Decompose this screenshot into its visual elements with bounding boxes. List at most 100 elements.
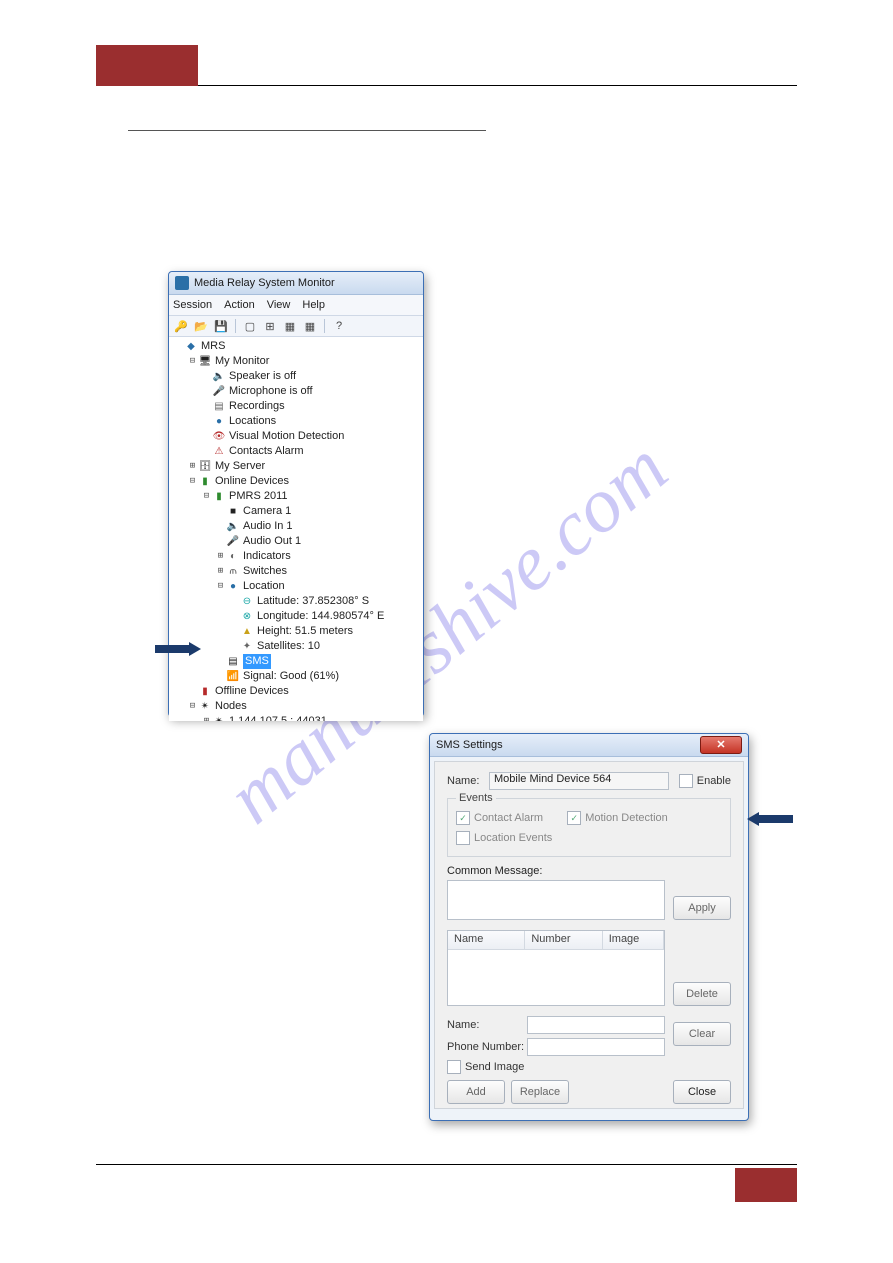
lon-icon: ⊗ xyxy=(240,610,254,623)
height-icon: ▲ xyxy=(240,625,254,638)
monitor-title: Media Relay System Monitor xyxy=(194,277,335,289)
help-icon[interactable]: ? xyxy=(331,318,347,334)
name-field[interactable]: Mobile Mind Device 564 xyxy=(489,772,669,790)
globe-icon: ● xyxy=(226,580,240,593)
lat-icon: ⊖ xyxy=(240,595,254,608)
device-icon: ▮ xyxy=(212,490,226,503)
server-icon: 🗄 xyxy=(198,460,212,473)
enable-checkbox[interactable] xyxy=(679,774,693,788)
tree-recordings[interactable]: ▤Recordings xyxy=(169,399,423,414)
tree-camera[interactable]: ■Camera 1 xyxy=(169,504,423,519)
name2-label: Name: xyxy=(447,1019,527,1031)
tree-mic[interactable]: 🎤Microphone is off xyxy=(169,384,423,399)
tree-signal[interactable]: 📶Signal: Good (61%) xyxy=(169,669,423,684)
menu-session[interactable]: Session xyxy=(173,299,212,311)
name-label: Name: xyxy=(447,775,489,787)
tree-audioin[interactable]: 🔈Audio In 1 xyxy=(169,519,423,534)
layout4-icon[interactable]: ▦ xyxy=(302,318,318,334)
layout2-icon[interactable]: ⊞ xyxy=(262,318,278,334)
tree-location[interactable]: ⊟●Location xyxy=(169,579,423,594)
tree-switches[interactable]: ⊞⫙Switches xyxy=(169,564,423,579)
common-message-field[interactable] xyxy=(447,880,665,920)
common-message-label: Common Message: xyxy=(447,865,731,877)
monitor-titlebar[interactable]: Media Relay System Monitor xyxy=(169,272,423,295)
dialog-title: SMS Settings xyxy=(436,739,503,751)
tree-offline[interactable]: ▮Offline Devices xyxy=(169,684,423,699)
switch-icon: ⫙ xyxy=(226,565,240,578)
enable-label: Enable xyxy=(697,775,731,787)
events-title: Events xyxy=(456,792,496,804)
apply-button[interactable]: Apply xyxy=(673,896,731,920)
sms-settings-dialog: SMS Settings ✕ Name: Mobile Mind Device … xyxy=(429,733,749,1121)
tree-locations[interactable]: ●Locations xyxy=(169,414,423,429)
camera-icon: ■ xyxy=(226,505,240,518)
recordings-icon: ▤ xyxy=(212,400,226,413)
list-header: Name Number Image xyxy=(448,931,664,950)
tree-nodes[interactable]: ⊟✴Nodes xyxy=(169,699,423,714)
tree-device[interactable]: ⊟▮PMRS 2011 xyxy=(169,489,423,504)
col-image[interactable]: Image xyxy=(603,931,664,949)
nodes-icon: ✴ xyxy=(198,700,212,713)
tree-online[interactable]: ⊟▮Online Devices xyxy=(169,474,423,489)
recipient-name-field[interactable] xyxy=(527,1016,665,1034)
dialog-titlebar[interactable]: SMS Settings ✕ xyxy=(430,734,748,757)
send-image-checkbox[interactable] xyxy=(447,1060,461,1074)
tree-lat[interactable]: ⊖Latitude: 37.852308° S xyxy=(169,594,423,609)
tree-speaker[interactable]: 🔈Speaker is off xyxy=(169,369,423,384)
tree-sms[interactable]: ▤SMS xyxy=(169,654,423,669)
speaker-icon: 🔈 xyxy=(212,370,226,383)
menu-view[interactable]: View xyxy=(267,299,291,311)
tree-lon[interactable]: ⊗Longitude: 144.980574° E xyxy=(169,609,423,624)
replace-button[interactable]: Replace xyxy=(511,1080,569,1104)
motion-icon: 👁 xyxy=(212,430,226,443)
tree-contacts[interactable]: ⚠Contacts Alarm xyxy=(169,444,423,459)
clear-button[interactable]: Clear xyxy=(673,1022,731,1046)
layout1-icon[interactable]: ▢ xyxy=(242,318,258,334)
motion-detection-check[interactable]: ✓Motion Detection xyxy=(567,811,668,825)
save-icon[interactable]: 💾 xyxy=(213,318,229,334)
audioout-icon: 🎤 xyxy=(226,535,240,548)
audioin-icon: 🔈 xyxy=(226,520,240,533)
footer-rule xyxy=(96,1164,797,1165)
location-events-check[interactable]: Location Events xyxy=(456,831,552,845)
open-icon[interactable]: 📂 xyxy=(193,318,209,334)
app-icon xyxy=(175,276,189,290)
tree-vmd[interactable]: 👁Visual Motion Detection xyxy=(169,429,423,444)
header-rule xyxy=(96,85,797,86)
menu-help[interactable]: Help xyxy=(302,299,325,311)
sms-icon: ▤ xyxy=(226,655,240,668)
tree-mymonitor[interactable]: ⊟🖥My Monitor xyxy=(169,354,423,369)
phone-number-field[interactable] xyxy=(527,1038,665,1056)
alarm-icon: ⚠ xyxy=(212,445,226,458)
device-tree[interactable]: ◆MRS ⊟🖥My Monitor 🔈Speaker is off 🎤Micro… xyxy=(169,337,423,721)
menu-action[interactable]: Action xyxy=(224,299,255,311)
mrs-icon: ◆ xyxy=(184,340,198,353)
tree-height[interactable]: ▲Height: 51.5 meters xyxy=(169,624,423,639)
close-button[interactable]: ✕ xyxy=(700,736,742,754)
key-icon[interactable]: 🔑 xyxy=(173,318,189,334)
node-icon: ✴ xyxy=(212,715,226,721)
signal-icon: 📶 xyxy=(226,670,240,683)
col-name[interactable]: Name xyxy=(448,931,525,949)
add-button[interactable]: Add xyxy=(447,1080,505,1104)
toolbar: 🔑 📂 💾 ▢ ⊞ ▦ ▦ ? xyxy=(169,316,423,337)
col-number[interactable]: Number xyxy=(525,931,602,949)
callout-arrow-right xyxy=(747,812,793,826)
layout3-icon[interactable]: ▦ xyxy=(282,318,298,334)
tree-myserver[interactable]: ⊞🗄My Server xyxy=(169,459,423,474)
globe-icon: ● xyxy=(212,415,226,428)
toolbar-separator xyxy=(235,319,236,333)
delete-button[interactable]: Delete xyxy=(673,982,731,1006)
close-button-dialog[interactable]: Close xyxy=(673,1080,731,1104)
tree-node1[interactable]: ⊞✴1.144.107.5 : 44031 xyxy=(169,714,423,721)
mic-icon: 🎤 xyxy=(212,385,226,398)
phone-label: Phone Number: xyxy=(447,1041,527,1053)
events-group: Events ✓Contact Alarm ✓Motion Detection … xyxy=(447,798,731,857)
recipients-list[interactable]: Name Number Image xyxy=(447,930,665,1006)
contact-alarm-check[interactable]: ✓Contact Alarm xyxy=(456,811,543,825)
tree-root[interactable]: ◆MRS xyxy=(169,339,423,354)
tree-indicators[interactable]: ⊞◐Indicators xyxy=(169,549,423,564)
tree-audioout[interactable]: 🎤Audio Out 1 xyxy=(169,534,423,549)
sub-rule xyxy=(128,130,486,131)
tree-sats[interactable]: ✦Satellites: 10 xyxy=(169,639,423,654)
